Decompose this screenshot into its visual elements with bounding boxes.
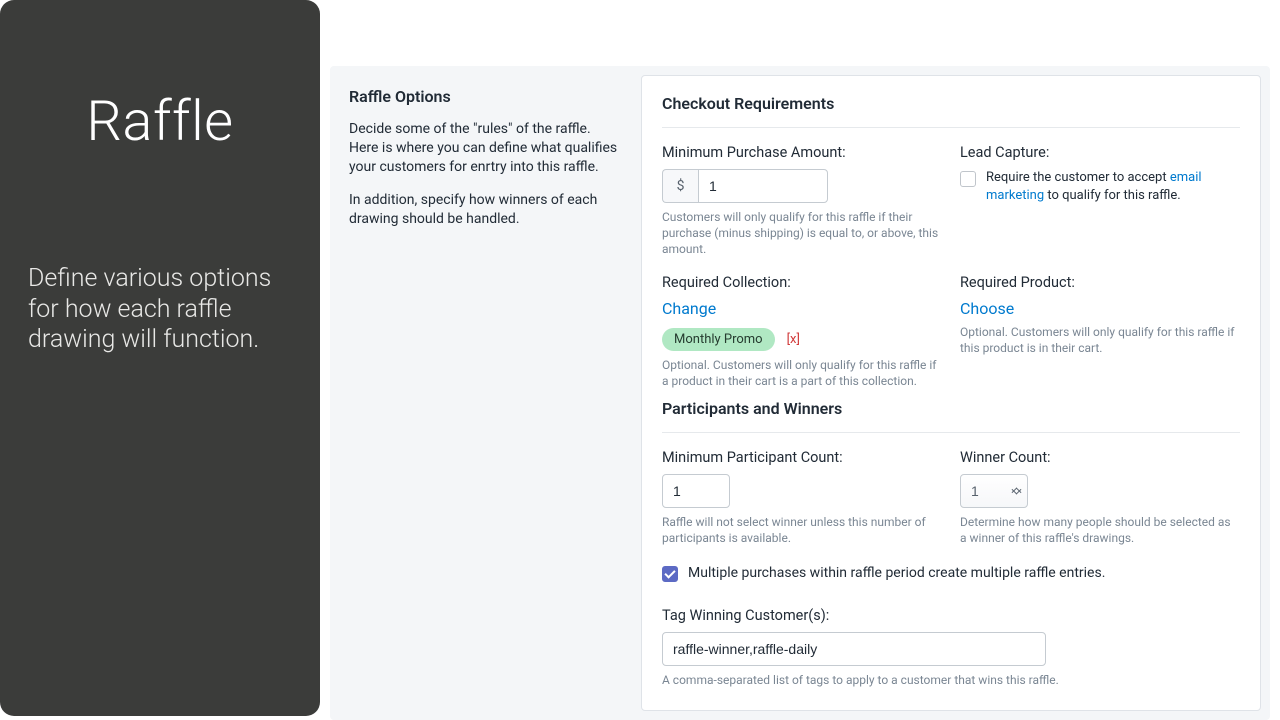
tags-input[interactable] [662, 632, 1046, 666]
winner-count-field: Winner Count: 1 Determine how many peopl… [960, 449, 1240, 546]
multi-entry-row: Multiple purchases within raffle period … [662, 564, 1105, 583]
collection-badge: Monthly Promo [662, 328, 775, 351]
required-product-label: Required Product: [960, 274, 1240, 291]
required-collection-label: Required Collection: [662, 274, 942, 291]
required-product-help: Optional. Customers will only qualify fo… [960, 324, 1240, 356]
lead-capture-label: Lead Capture: [960, 144, 1240, 161]
min-participants-input[interactable] [662, 474, 730, 508]
lead-capture-field: Lead Capture: Require the customer to ac… [960, 144, 1240, 258]
min-purchase-label: Minimum Purchase Amount: [662, 144, 942, 161]
settings-pane: Raffle Options Decide some of the "rules… [330, 66, 1270, 720]
required-product-choose-link[interactable]: Choose [960, 299, 1014, 318]
winner-count-label: Winner Count: [960, 449, 1240, 466]
multi-entry-label: Multiple purchases within raffle period … [688, 564, 1105, 583]
required-collection-help: Optional. Customers will only qualify fo… [662, 357, 942, 389]
hero-title: Raffle [28, 88, 292, 154]
lead-capture-checkbox[interactable] [960, 171, 976, 187]
min-participants-help: Raffle will not select winner unless thi… [662, 514, 942, 546]
required-product-field: Required Product: Choose Optional. Custo… [960, 274, 1240, 389]
options-description: Raffle Options Decide some of the "rules… [331, 67, 641, 719]
winner-count-select[interactable]: 1 [960, 474, 1028, 508]
required-collection-field: Required Collection: Change Monthly Prom… [662, 274, 942, 389]
hero-subtitle: Define various options for how each raff… [28, 264, 292, 356]
min-purchase-input-group: $ [662, 169, 942, 203]
app-root: Raffle Define various options for how ea… [0, 0, 1280, 720]
lead-capture-text: Require the customer to accept email mar… [986, 169, 1240, 204]
content-area: Raffle Options Decide some of the "rules… [320, 0, 1280, 720]
collection-remove-button[interactable]: [x] [787, 332, 800, 347]
required-collection-change-link[interactable]: Change [662, 299, 716, 318]
min-participants-field: Minimum Participant Count: Raffle will n… [662, 449, 942, 546]
settings-card: Checkout Requirements Minimum Purchase A… [641, 75, 1261, 711]
options-heading: Raffle Options [349, 87, 623, 106]
min-purchase-input[interactable] [698, 169, 828, 203]
multi-entry-checkbox[interactable] [662, 566, 678, 582]
winner-count-help: Determine how many people should be sele… [960, 514, 1240, 546]
min-purchase-help: Customers will only qualify for this raf… [662, 209, 942, 258]
participants-heading: Participants and Winners [662, 399, 1240, 433]
tags-label: Tag Winning Customer(s): [662, 607, 1240, 624]
tags-help: A comma-separated list of tags to apply … [662, 672, 1240, 688]
hero-panel: Raffle Define various options for how ea… [0, 0, 320, 716]
checkout-heading: Checkout Requirements [662, 94, 1240, 128]
min-purchase-field: Minimum Purchase Amount: $ Customers wil… [662, 144, 942, 258]
options-paragraph-1: Decide some of the "rules" of the raffle… [349, 120, 623, 177]
options-paragraph-2: In addition, specify how winners of each… [349, 191, 623, 229]
min-participants-label: Minimum Participant Count: [662, 449, 942, 466]
currency-addon: $ [662, 169, 698, 203]
